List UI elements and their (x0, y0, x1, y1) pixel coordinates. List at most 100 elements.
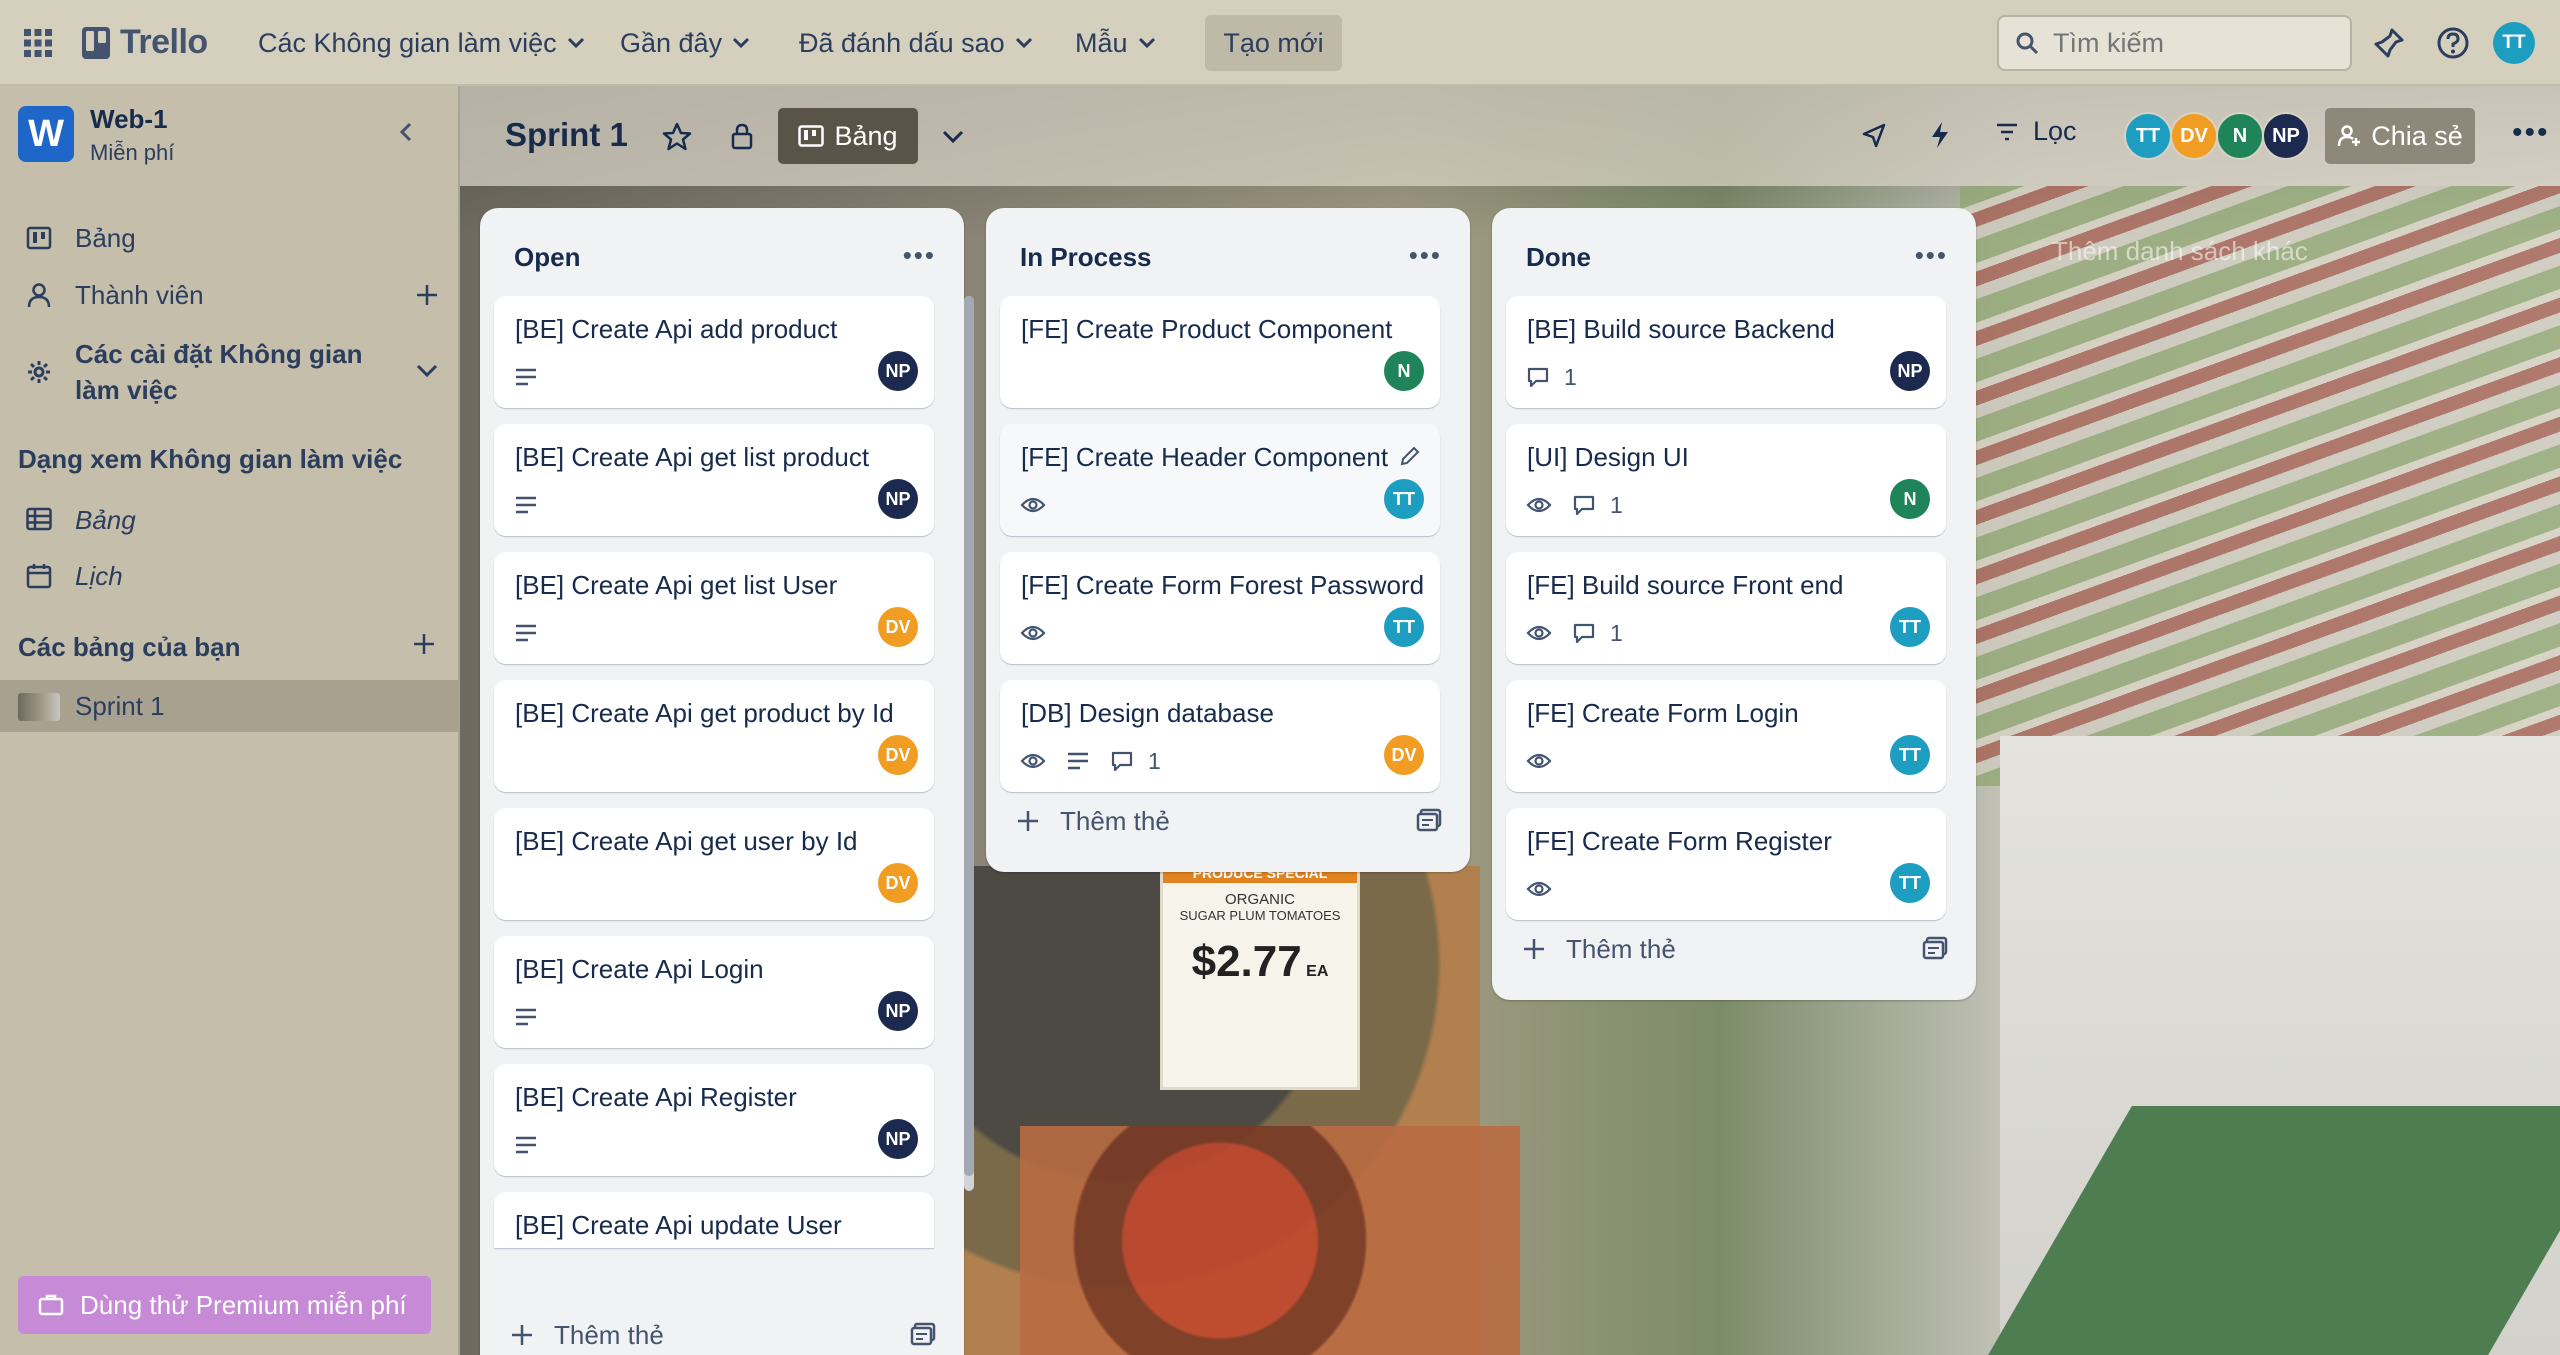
card[interactable]: [BE] Create Api get list User DV (494, 552, 934, 664)
add-board-icon[interactable] (411, 631, 437, 657)
menu-starred[interactable]: Đã đánh dấu sao (799, 17, 1033, 69)
board-thumbnail (18, 693, 60, 721)
comment-icon (1573, 495, 1595, 516)
filter-button[interactable]: Lọc (1995, 116, 2077, 147)
add-card-button[interactable]: Thêm thẻ (1522, 924, 1676, 974)
card-title: [FE] Create Form Register (1527, 826, 1832, 856)
card-member-avatar[interactable]: DV (1384, 735, 1424, 775)
card[interactable]: [BE] Create Api get product by Id DV (494, 680, 934, 792)
premium-trial-button[interactable]: Dùng thử Premium miễn phí (18, 1276, 431, 1334)
card-title: [BE] Create Api add product (515, 314, 838, 344)
sidebar-item-settings[interactable]: Các cài đặt Không gian làm việc (0, 334, 458, 410)
share-button[interactable]: Chia sẻ (2325, 108, 2475, 164)
create-button[interactable]: Tạo mới (1205, 15, 1342, 71)
card-title: [BE] Create Api update User (515, 1210, 842, 1240)
card-member-avatar[interactable]: TT (1384, 479, 1424, 519)
card-member-avatar[interactable]: NP (1890, 351, 1930, 391)
card[interactable]: [DB] Design database 1 DV (1000, 680, 1440, 792)
menu-recent-label: Gần đây (620, 27, 723, 58)
list-title[interactable]: In Process (1020, 242, 1152, 273)
add-member-icon[interactable] (414, 282, 440, 308)
list-menu-icon[interactable]: ••• (1409, 240, 1442, 271)
boards-heading: Các bảng của bạn (18, 632, 241, 662)
sidebar-item-boards[interactable]: Bảng (0, 212, 458, 264)
user-avatar[interactable]: TT (2493, 22, 2535, 64)
sidebar-board-sprint-1[interactable]: Sprint 1 (0, 680, 458, 732)
plus-icon (1018, 811, 1038, 831)
card-member-avatar[interactable]: NP (878, 479, 918, 519)
card-member-avatar[interactable]: DV (878, 607, 918, 647)
list-title[interactable]: Done (1526, 242, 1591, 273)
card-member-avatar[interactable]: TT (1890, 607, 1930, 647)
card-template-icon[interactable] (1416, 808, 1442, 832)
card-member-avatar[interactable]: DV (878, 735, 918, 775)
member-avatar[interactable]: DV (2170, 112, 2218, 160)
help-icon[interactable] (2436, 26, 2470, 60)
add-list-button[interactable]: Thêm danh sách khác (2052, 236, 2308, 267)
card-member-avatar[interactable]: NP (878, 351, 918, 391)
card[interactable]: [BE] Create Api Login NP (494, 936, 934, 1048)
card[interactable]: [BE] Build source Backend 1 NP (1506, 296, 1946, 408)
list-title[interactable]: Open (514, 242, 580, 273)
card-member-avatar[interactable]: N (1384, 351, 1424, 391)
workspace-logo: W (18, 106, 74, 162)
background-tomatoes (1020, 1126, 1520, 1355)
menu-workspaces[interactable]: Các Không gian làm việc (258, 17, 585, 69)
power-ups-icon[interactable] (1860, 122, 1888, 150)
card[interactable]: [UI] Design UI 1 N (1506, 424, 1946, 536)
card[interactable]: [BE] Create Api add product NP (494, 296, 934, 408)
card-member-avatar[interactable]: TT (1890, 735, 1930, 775)
card-template-icon[interactable] (1922, 936, 1948, 960)
search-box[interactable] (1997, 15, 2352, 71)
card-title: [FE] Create Form Login (1527, 698, 1799, 728)
list-scrollbar-thumb[interactable] (964, 296, 974, 1176)
card-template-icon[interactable] (910, 1322, 936, 1346)
list-menu-icon[interactable]: ••• (903, 240, 936, 271)
add-card-button[interactable]: Thêm thẻ (510, 1310, 664, 1355)
collapse-sidebar-icon[interactable] (396, 120, 416, 144)
visibility-lock-icon[interactable] (730, 122, 754, 150)
card[interactable]: [FE] Build source Front end 1 TT (1506, 552, 1946, 664)
menu-templates[interactable]: Mẫu (1075, 17, 1156, 69)
comments-badge: 1 (1572, 492, 1623, 519)
board-icon (798, 125, 825, 147)
sidebar-view-calendar[interactable]: Lịch (0, 550, 458, 602)
card-member-avatar[interactable]: TT (1890, 863, 1930, 903)
card-member-avatar[interactable]: DV (878, 863, 918, 903)
card-member-avatar[interactable]: NP (878, 1119, 918, 1159)
star-icon[interactable] (662, 122, 692, 152)
board-view-label: Bảng (834, 120, 898, 151)
card[interactable]: [FE] Create Product Component N (1000, 296, 1440, 408)
sidebar-item-members[interactable]: Thành viên (0, 269, 458, 321)
comments-badge: 1 (1526, 364, 1577, 391)
card[interactable]: [FE] Create Form Register TT (1506, 808, 1946, 920)
card[interactable]: [FE] Create Form Login TT (1506, 680, 1946, 792)
sidebar-view-table[interactable]: Bảng (0, 494, 458, 546)
board-title[interactable]: Sprint 1 (505, 116, 628, 154)
card[interactable]: [BE] Create Api update User (494, 1192, 934, 1248)
board-view-button[interactable]: Bảng (778, 108, 918, 164)
notifications-icon[interactable] (2372, 26, 2406, 60)
search-input[interactable] (2053, 27, 2323, 59)
card[interactable]: [BE] Create Api get user by Id DV (494, 808, 934, 920)
edit-pencil-icon[interactable] (1398, 444, 1422, 468)
card-member-avatar[interactable]: TT (1384, 607, 1424, 647)
card-member-avatar[interactable]: N (1890, 479, 1930, 519)
menu-recent[interactable]: Gần đây (620, 17, 750, 69)
card[interactable]: [FE] Create Form Forest Password TT (1000, 552, 1440, 664)
automation-icon[interactable] (1928, 120, 1952, 150)
card-member-avatar[interactable]: NP (878, 991, 918, 1031)
list-menu-icon[interactable]: ••• (1915, 240, 1948, 271)
trello-logo[interactable]: Trello (82, 23, 208, 62)
add-person-icon (2337, 125, 2361, 147)
member-avatar[interactable]: NP (2262, 112, 2310, 160)
card[interactable]: [FE] Create Header Component TT (1000, 424, 1440, 536)
add-card-button[interactable]: Thêm thẻ (1016, 796, 1170, 846)
card[interactable]: [BE] Create Api get list product NP (494, 424, 934, 536)
chevron-down-icon[interactable] (942, 130, 964, 144)
card[interactable]: [BE] Create Api Register NP (494, 1064, 934, 1176)
member-avatar[interactable]: TT (2124, 112, 2172, 160)
app-switcher-icon[interactable] (24, 29, 52, 57)
member-avatar[interactable]: N (2216, 112, 2264, 160)
board-menu-icon[interactable]: ••• (2512, 116, 2550, 150)
